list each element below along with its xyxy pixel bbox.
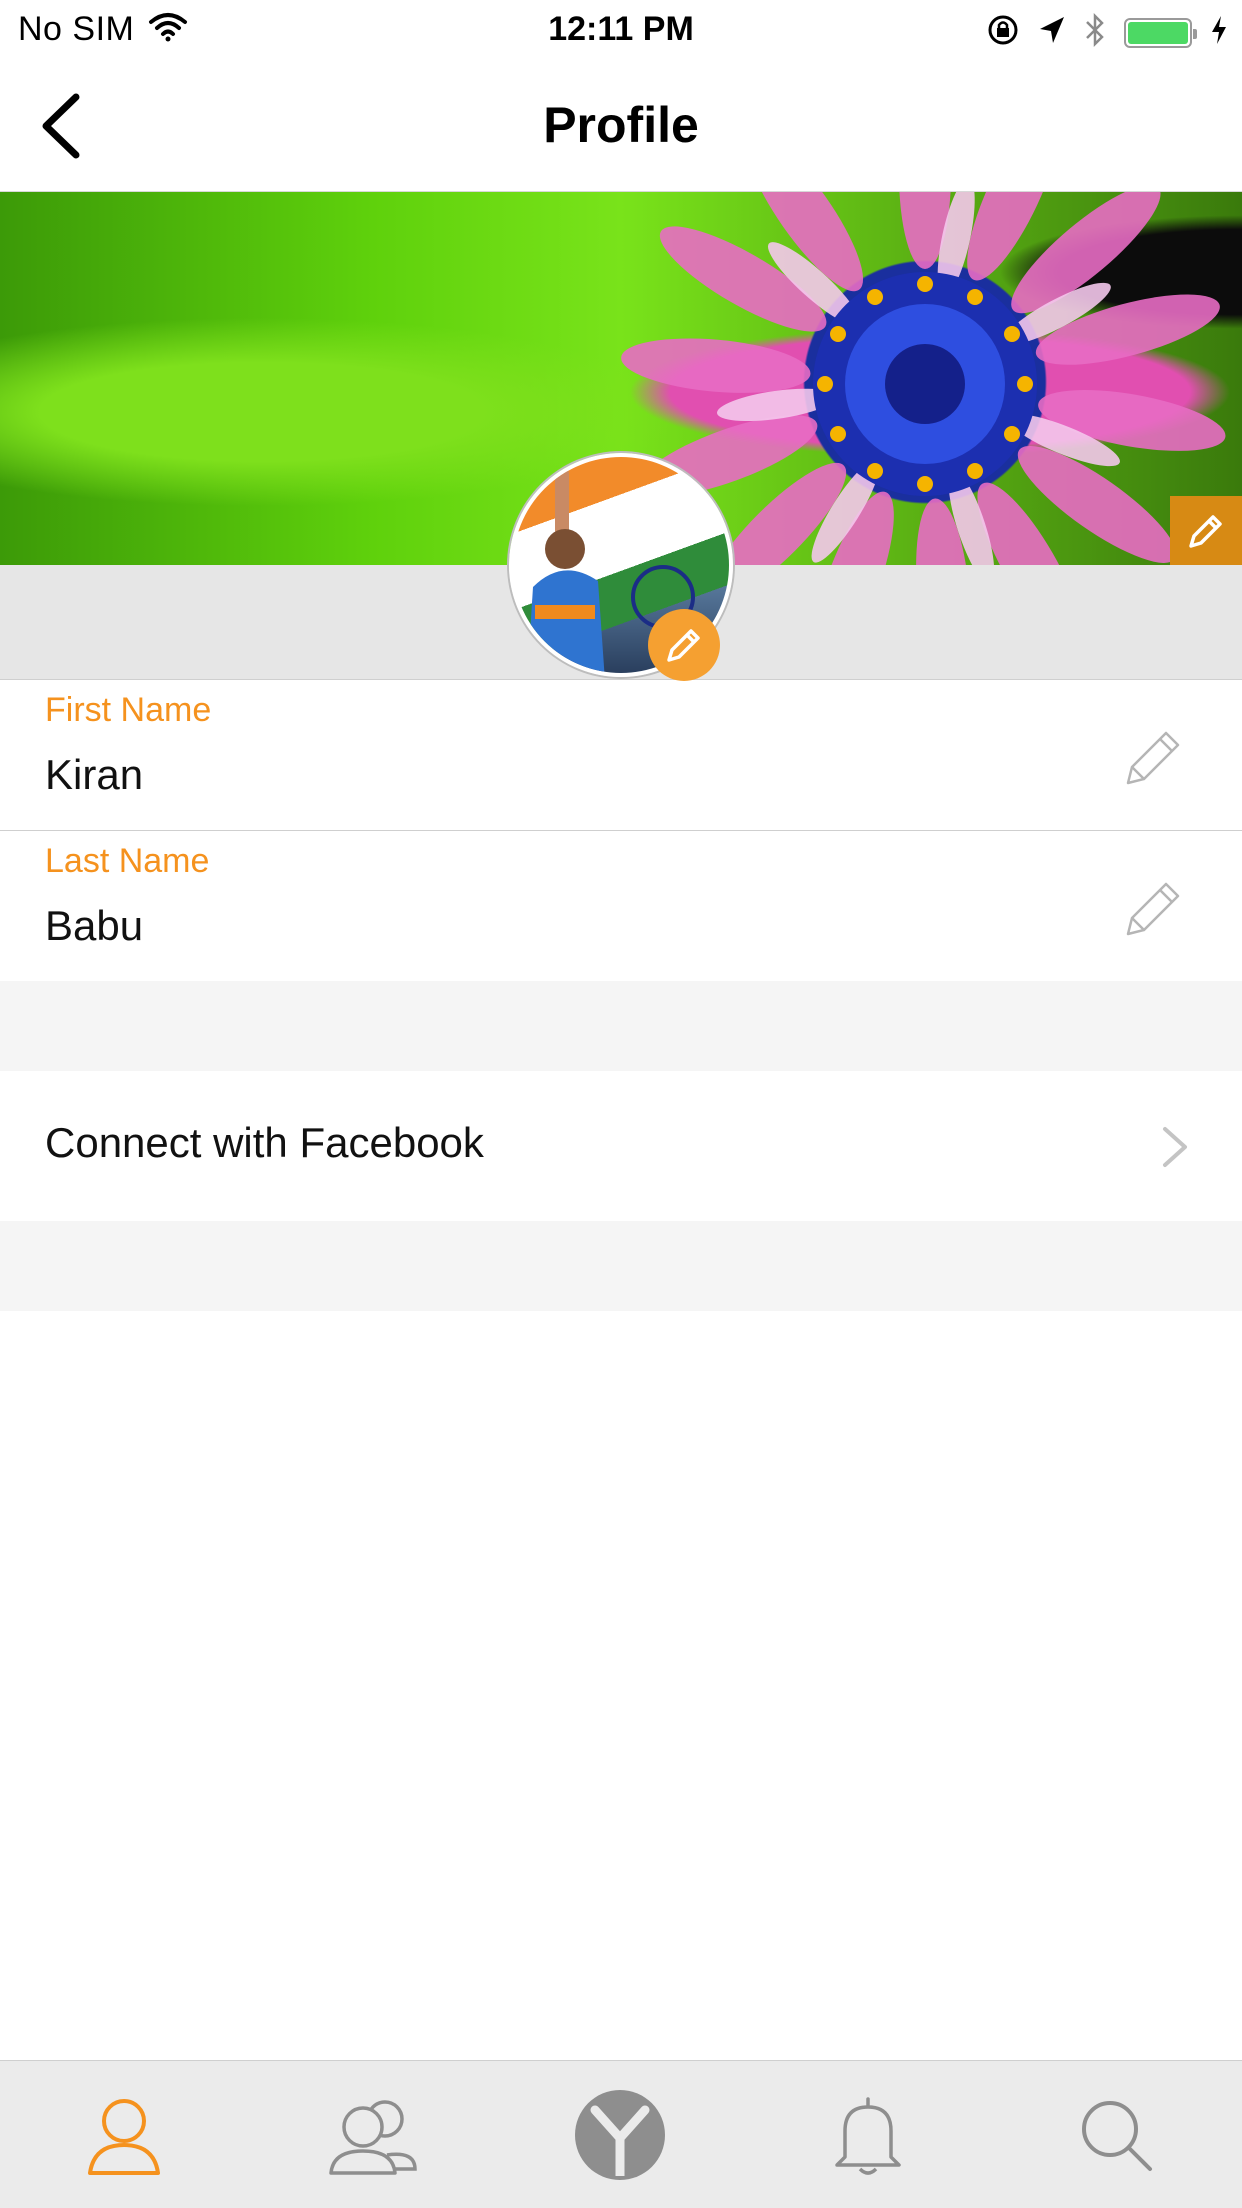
location-icon — [1038, 15, 1066, 50]
status-bar: No SIM 12:11 PM — [0, 0, 1242, 60]
first-name-value[interactable]: Kiran — [45, 751, 143, 799]
last-name-value[interactable]: Babu — [45, 902, 143, 950]
status-right — [986, 12, 1228, 53]
last-name-label: Last Name — [45, 842, 210, 880]
first-name-field[interactable]: First Name Kiran — [0, 681, 1242, 831]
pencil-icon — [667, 629, 700, 662]
tab-home[interactable] — [496, 2061, 744, 2208]
section-separator — [0, 1221, 1242, 1311]
tab-search[interactable] — [992, 2061, 1240, 2208]
bell-icon — [835, 2097, 901, 2175]
tab-bar — [0, 2060, 1242, 2208]
cover-edit-button[interactable] — [1170, 496, 1242, 566]
battery-icon — [1124, 17, 1197, 48]
avatar-edit-button[interactable] — [648, 609, 720, 681]
contacts-icon — [329, 2100, 417, 2175]
battery-cap — [1193, 28, 1197, 39]
app-logo-icon — [575, 2090, 665, 2180]
tab-profile[interactable] — [0, 2061, 248, 2208]
connect-facebook-row[interactable]: Connect with Facebook — [0, 1071, 1242, 1221]
profile-icon — [88, 2099, 160, 2175]
charging-icon — [1210, 15, 1228, 50]
tab-contacts[interactable] — [248, 2061, 496, 2208]
page-title: Profile — [543, 97, 699, 153]
pencil-icon — [1189, 515, 1222, 548]
search-icon — [1082, 2101, 1152, 2171]
chevron-right-icon — [1163, 1127, 1187, 1167]
rotation-lock-icon — [986, 13, 1020, 52]
last-name-field[interactable]: Last Name Babu — [0, 832, 1242, 982]
section-separator — [0, 981, 1242, 1071]
first-name-label: First Name — [45, 691, 212, 729]
pencil-icon[interactable] — [1120, 872, 1190, 942]
pencil-icon[interactable] — [1120, 721, 1190, 791]
tab-notifications[interactable] — [744, 2061, 992, 2208]
bluetooth-icon — [1084, 12, 1106, 53]
battery-level — [1128, 21, 1188, 44]
navigation-bar: Profile — [0, 60, 1242, 192]
connect-facebook-label: Connect with Facebook — [45, 1119, 484, 1166]
